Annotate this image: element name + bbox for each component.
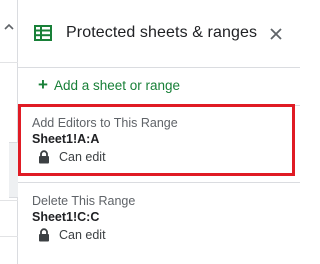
range-description: Delete This Range xyxy=(32,194,136,208)
range-reference: Sheet1!C:C xyxy=(32,210,100,224)
lock-icon xyxy=(39,228,49,242)
protected-range-item[interactable]: Add Editors to This Range Sheet1!A:A Can… xyxy=(18,106,300,182)
grid-line xyxy=(0,236,18,237)
protected-ranges-panel: Protected sheets & ranges + Add a sheet … xyxy=(18,0,300,264)
grid-line xyxy=(0,200,18,201)
range-description: Add Editors to This Range xyxy=(32,116,178,130)
add-sheet-or-range-button[interactable]: + Add a sheet or range xyxy=(38,75,180,95)
permission-label: Can edit xyxy=(59,228,106,242)
permission-row: Can edit xyxy=(38,228,106,242)
panel-title: Protected sheets & ranges xyxy=(66,24,258,41)
panel-header: Protected sheets & ranges xyxy=(18,0,300,68)
add-sheet-or-range-label: Add a sheet or range xyxy=(53,77,181,93)
selected-column-strip xyxy=(9,142,18,198)
close-icon[interactable] xyxy=(266,24,286,44)
protected-range-item[interactable]: Delete This Range Sheet1!C:C Can edit xyxy=(18,184,300,260)
lock-icon xyxy=(39,150,49,164)
chevron-up-icon[interactable] xyxy=(2,20,16,34)
sheet-area xyxy=(0,0,18,264)
grid-line xyxy=(0,62,18,63)
sheets-grid-icon xyxy=(34,25,52,41)
permission-row: Can edit xyxy=(38,150,106,164)
permission-label: Can edit xyxy=(59,150,106,164)
divider xyxy=(18,182,300,183)
range-reference: Sheet1!A:A xyxy=(32,132,100,146)
plus-icon: + xyxy=(38,74,48,94)
